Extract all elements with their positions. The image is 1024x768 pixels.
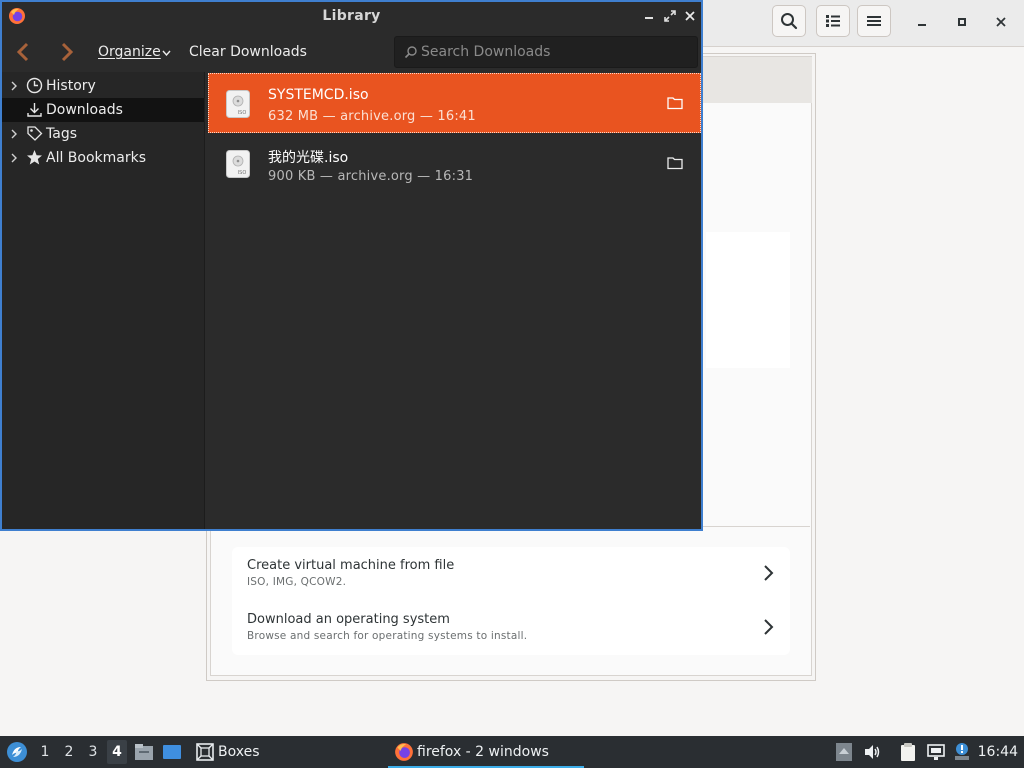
library-close-button[interactable] <box>682 8 698 24</box>
search-button[interactable] <box>772 5 806 37</box>
chevron-right-icon <box>764 565 774 581</box>
desktop-switcher-3[interactable]: 3 <box>85 744 101 760</box>
forward-arrow-icon[interactable] <box>58 41 76 63</box>
boxes-dialog-panel <box>706 232 790 368</box>
download-item[interactable]: ISO SYSTEMCD.iso 632 MB — archive.org — … <box>208 73 701 133</box>
maximize-icon <box>958 18 966 26</box>
search-downloads-input[interactable] <box>421 37 691 67</box>
minimize-icon <box>918 24 926 26</box>
download-os-option[interactable]: Download an operating system Browse and … <box>232 601 790 655</box>
boxes-minimize-button[interactable] <box>910 10 934 34</box>
download-icon <box>27 103 42 117</box>
list-view-icon <box>826 15 840 27</box>
expand-arrows-icon <box>664 10 676 22</box>
star-icon <box>27 150 42 165</box>
boxes-headerbar <box>700 0 1024 47</box>
download-meta: 900 KB — archive.org — 16:31 <box>268 169 474 184</box>
taskbar: 1 2 3 4 Boxes firefox - 2 windows 16:44 <box>0 736 1024 768</box>
boxes-app-icon[interactable] <box>195 742 215 762</box>
clear-downloads-button[interactable]: Clear Downloads <box>189 44 307 60</box>
library-minimize-button[interactable] <box>641 8 657 24</box>
boxes-maximize-button[interactable] <box>950 10 974 34</box>
chevron-right-icon[interactable] <box>10 128 18 140</box>
volume-icon[interactable] <box>862 742 882 762</box>
hamburger-menu-icon <box>867 16 881 26</box>
chevron-down-icon <box>162 50 171 56</box>
option-subtitle: Browse and search for operating systems … <box>247 630 528 642</box>
sidebar-item-tags[interactable]: Tags <box>2 122 204 146</box>
sidebar-item-label: All Bookmarks <box>46 150 147 166</box>
clipboard-icon[interactable] <box>898 742 918 762</box>
main-menu-button[interactable] <box>857 5 891 37</box>
create-vm-from-file-option[interactable]: Create virtual machine from file ISO, IM… <box>232 547 790 601</box>
file-type-label: ISO <box>237 110 247 116</box>
desktop-switcher-2[interactable]: 2 <box>61 744 77 760</box>
boxes-task-label[interactable]: Boxes <box>218 744 260 760</box>
library-maximize-button[interactable] <box>662 8 678 24</box>
search-icon <box>781 13 798 30</box>
back-arrow-icon[interactable] <box>14 41 32 63</box>
firefox-task-button[interactable]: firefox - 2 windows <box>388 736 584 768</box>
sidebar-item-history[interactable]: History <box>2 74 204 98</box>
option-title: Create virtual machine from file <box>247 558 455 573</box>
option-title: Download an operating system <box>247 612 450 627</box>
minimize-icon <box>645 17 653 19</box>
desktop-switcher-4[interactable]: 4 <box>107 740 127 764</box>
sidebar-item-all-bookmarks[interactable]: All Bookmarks <box>2 146 204 170</box>
search-icon <box>404 46 417 59</box>
window-title: Library <box>322 8 381 24</box>
organize-menu-button[interactable]: Organize <box>98 44 161 60</box>
file-type-label: ISO <box>237 170 247 176</box>
search-downloads-field[interactable] <box>394 36 698 68</box>
clock[interactable]: 16:44 <box>978 744 1018 760</box>
desktop-switcher-1[interactable]: 1 <box>37 744 53 760</box>
library-sidebar: History Downloads Tags All Bookmarks <box>2 72 205 529</box>
download-filename: SYSTEMCD.iso <box>268 87 369 103</box>
download-meta: 632 MB — archive.org — 16:41 <box>268 109 476 124</box>
file-manager-icon[interactable] <box>134 742 154 762</box>
show-desktop-icon[interactable] <box>162 742 182 762</box>
application-launcher-icon[interactable] <box>6 741 28 763</box>
close-icon <box>996 17 1006 27</box>
clock-icon <box>26 77 43 94</box>
folder-icon[interactable] <box>667 156 683 170</box>
library-titlebar: Library <box>2 2 701 31</box>
library-window: Library Organize Clear Downloads History <box>0 0 703 531</box>
download-item[interactable]: ISO 我的光碟.iso 900 KB — archive.org — 16:3… <box>208 133 701 193</box>
option-subtitle: ISO, IMG, QCOW2. <box>247 576 347 588</box>
chevron-right-icon <box>764 619 774 635</box>
download-filename: 我的光碟.iso <box>268 150 349 166</box>
downloads-list: ISO SYSTEMCD.iso 632 MB — archive.org — … <box>208 73 701 529</box>
boxes-dialog-header-strip <box>702 57 812 103</box>
chevron-right-icon[interactable] <box>10 80 18 92</box>
firefox-task-label: firefox - 2 windows <box>417 744 549 760</box>
tray-expander-icon[interactable] <box>834 742 854 762</box>
network-icon[interactable] <box>926 742 946 762</box>
list-view-button[interactable] <box>816 5 850 37</box>
tag-icon <box>27 126 43 141</box>
update-notifier-icon[interactable] <box>952 742 972 762</box>
boxes-close-button[interactable] <box>989 10 1013 34</box>
sidebar-item-label: History <box>46 78 96 94</box>
sidebar-item-downloads[interactable]: Downloads <box>2 98 204 122</box>
close-icon <box>685 11 695 21</box>
sidebar-item-label: Downloads <box>46 102 123 118</box>
folder-icon[interactable] <box>667 96 683 110</box>
sidebar-item-label: Tags <box>46 126 77 142</box>
firefox-logo-icon <box>395 743 413 761</box>
chevron-right-icon[interactable] <box>10 152 18 164</box>
boxes-options-list: Create virtual machine from file ISO, IM… <box>232 547 790 655</box>
library-toolbar: Organize Clear Downloads <box>2 31 701 72</box>
